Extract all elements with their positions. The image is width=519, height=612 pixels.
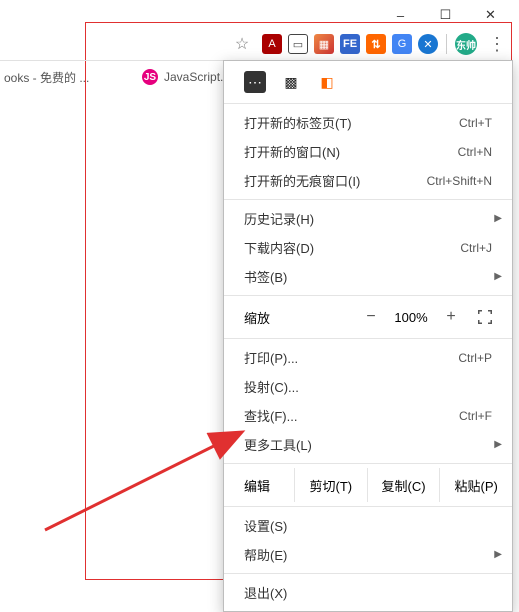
menu-zoom: 缩放 − 100% + (224, 300, 512, 334)
menu-label: 帮助(E) (244, 545, 492, 564)
edit-label: 编辑 (224, 476, 294, 495)
extension-capture-icon[interactable]: ▭ (288, 34, 308, 54)
fullscreen-icon[interactable] (474, 306, 496, 328)
menu-more-tools[interactable]: 更多工具(L) ▶ (224, 430, 512, 459)
menu-separator (224, 295, 512, 296)
window-titlebar: – ☐ ✕ (0, 0, 519, 30)
menu-label: 下载内容(D) (244, 238, 460, 257)
menu-label: 历史记录(H) (244, 209, 492, 228)
chevron-right-icon: ▶ (494, 549, 502, 560)
menu-button-icon[interactable]: ⋮ (483, 30, 511, 58)
extension-fe-icon[interactable]: FE (340, 34, 360, 54)
zoom-label: 缩放 (244, 308, 356, 327)
menu-edit-row: 编辑 剪切(T) 复制(C) 粘贴(P) (224, 468, 512, 502)
menu-label: 投射(C)... (244, 377, 492, 396)
menu-incognito[interactable]: 打开新的无痕窗口(I) Ctrl+Shift+N (224, 166, 512, 195)
menu-separator (224, 103, 512, 104)
maximize-button[interactable]: ☐ (423, 0, 468, 30)
menu-shortcut: Ctrl+Shift+N (427, 174, 492, 188)
menu-icon-row: ⋯ ▩ ◧ (224, 65, 512, 99)
zoom-value: 100% (386, 310, 436, 325)
menu-separator (224, 463, 512, 464)
edit-cut-button[interactable]: 剪切(T) (294, 468, 367, 502)
menu-shortcut: Ctrl+F (459, 409, 492, 423)
extension-adobe-icon[interactable]: A (262, 34, 282, 54)
menu-shortcut: Ctrl+T (459, 116, 492, 130)
note-icon[interactable]: ◧ (316, 71, 338, 93)
minimize-button[interactable]: – (378, 0, 423, 30)
menu-label: 设置(S) (244, 516, 492, 535)
menu-bookmarks[interactable]: 书签(B) ▶ (224, 262, 512, 291)
profile-avatar[interactable]: 东帅 (455, 33, 477, 55)
menu-history[interactable]: 历史记录(H) ▶ (224, 204, 512, 233)
chevron-right-icon: ▶ (494, 271, 502, 282)
bookmark-item[interactable]: ooks - 免费的 ... (0, 69, 130, 86)
extension-translate-icon[interactable]: G (392, 34, 412, 54)
menu-separator (224, 506, 512, 507)
browser-toolbar: ☆ A ▭ ▦ FE ⇅ G ✕ 东帅 ⋮ (0, 28, 513, 61)
menu-separator (224, 573, 512, 574)
extension-grid-icon[interactable]: ▦ (314, 34, 334, 54)
menu-downloads[interactable]: 下载内容(D) Ctrl+J (224, 233, 512, 262)
menu-ext-icon[interactable]: ⋯ (244, 71, 266, 93)
chevron-right-icon: ▶ (494, 213, 502, 224)
menu-label: 打印(P)... (244, 348, 458, 367)
menu-cast[interactable]: 投射(C)... (224, 372, 512, 401)
favicon-icon: JS (142, 69, 158, 85)
menu-help[interactable]: 帮助(E) ▶ (224, 540, 512, 569)
toolbar-separator (446, 34, 447, 54)
menu-separator (224, 338, 512, 339)
menu-shortcut: Ctrl+J (460, 241, 492, 255)
menu-shortcut: Ctrl+P (458, 351, 492, 365)
close-button[interactable]: ✕ (468, 0, 513, 30)
chevron-right-icon: ▶ (494, 439, 502, 450)
extension-xunlei-icon[interactable]: ✕ (418, 34, 438, 54)
menu-print[interactable]: 打印(P)... Ctrl+P (224, 343, 512, 372)
menu-label: 查找(F)... (244, 406, 459, 425)
menu-exit[interactable]: 退出(X) (224, 578, 512, 607)
menu-shortcut: Ctrl+N (458, 145, 492, 159)
edit-copy-button[interactable]: 复制(C) (367, 468, 440, 502)
chrome-main-menu: ⋯ ▩ ◧ 打开新的标签页(T) Ctrl+T 打开新的窗口(N) Ctrl+N… (223, 60, 513, 612)
menu-label: 更多工具(L) (244, 435, 492, 454)
menu-label: 退出(X) (244, 583, 492, 602)
menu-label: 书签(B) (244, 267, 492, 286)
menu-label: 打开新的标签页(T) (244, 113, 459, 132)
menu-label: 打开新的窗口(N) (244, 142, 458, 161)
menu-label: 打开新的无痕窗口(I) (244, 171, 427, 190)
zoom-out-button[interactable]: − (356, 308, 386, 326)
qr-icon[interactable]: ▩ (280, 71, 302, 93)
menu-new-window[interactable]: 打开新的窗口(N) Ctrl+N (224, 137, 512, 166)
menu-new-tab[interactable]: 打开新的标签页(T) Ctrl+T (224, 108, 512, 137)
zoom-in-button[interactable]: + (436, 308, 466, 326)
edit-paste-button[interactable]: 粘贴(P) (439, 468, 512, 502)
extension-switch-icon[interactable]: ⇅ (366, 34, 386, 54)
menu-settings[interactable]: 设置(S) (224, 511, 512, 540)
menu-find[interactable]: 查找(F)... Ctrl+F (224, 401, 512, 430)
menu-separator (224, 199, 512, 200)
bookmark-star-icon[interactable]: ☆ (228, 30, 256, 58)
